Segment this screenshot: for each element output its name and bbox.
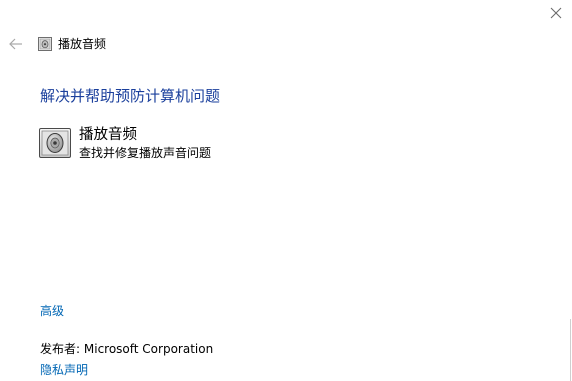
troubleshooter-item-playing-audio[interactable]: 播放音频 查找并修复播放声音问题 [38, 124, 298, 164]
close-icon [550, 7, 562, 19]
publisher-info: 发布者: Microsoft Corporation [40, 340, 213, 358]
speaker-icon [39, 128, 71, 158]
advanced-link[interactable]: 高级 [40, 302, 64, 320]
privacy-statement-link[interactable]: 隐私声明 [40, 361, 88, 379]
window-title: 播放音频 [58, 37, 107, 51]
page-heading: 解决并帮助预防计算机问题 [40, 87, 221, 105]
publisher-label: 发布者: [40, 342, 81, 356]
close-button[interactable] [548, 5, 564, 21]
back-arrow-icon [9, 38, 22, 50]
speaker-icon [38, 37, 52, 51]
troubleshooter-title: 播放音频 [79, 127, 137, 143]
window-edge-divider [570, 319, 571, 381]
troubleshooter-window: 播放音频 解决并帮助预防计算机问题 播放音频 查找并修复播放声音问题 高级 发布… [0, 0, 572, 381]
publisher-name: Microsoft Corporation [83, 342, 214, 356]
troubleshooter-description: 查找并修复播放声音问题 [79, 146, 212, 160]
back-button[interactable] [8, 36, 24, 52]
